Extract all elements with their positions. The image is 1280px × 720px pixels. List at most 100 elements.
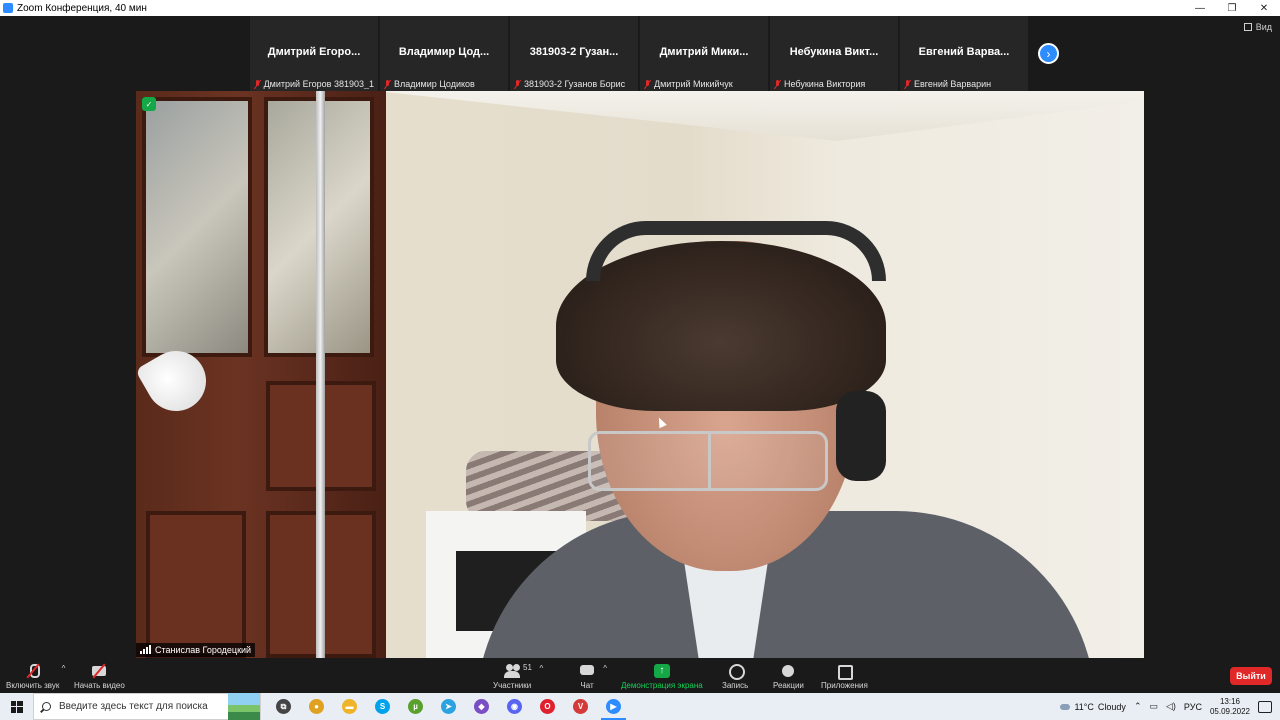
participants-label: Участники xyxy=(493,680,532,690)
system-tray: 11°C Cloudy ⌃ ▭ ◁) РУС 13:16 05.09.2022 xyxy=(1060,697,1280,717)
weather-temp: 11°C xyxy=(1074,701,1094,712)
signal-icon xyxy=(140,645,151,654)
zoom-logo-icon xyxy=(3,3,13,13)
zoom-app: Zoom Конференция, 40 мин — ❐ ✕ Вид Дмитр… xyxy=(0,0,1280,720)
taskbar-app-opera[interactable]: O xyxy=(531,693,564,720)
maximize-button[interactable]: ❐ xyxy=(1216,0,1248,16)
taskbar-app-file-explorer[interactable]: ▬ xyxy=(333,693,366,720)
apps-button[interactable]: Приложения xyxy=(821,660,868,693)
taskbar-search[interactable]: Введите здесь текст для поиска xyxy=(33,693,261,720)
chevron-up-icon[interactable]: ⌃ xyxy=(1134,701,1142,712)
participant-tile[interactable]: 381903-2 Гузан... 381903-2 Гузанов Борис xyxy=(510,16,638,91)
utorrent-icon: µ xyxy=(408,699,423,714)
participants-options-caret[interactable]: ^ xyxy=(539,664,543,673)
windows-taskbar: Введите здесь текст для поиска ⧉ ● ▬ Sµ ➤ ◆ ◉ O… xyxy=(0,693,1280,720)
participant-label: Евгений Варварин xyxy=(904,79,1024,89)
microphone-muted-icon xyxy=(25,663,41,678)
record-button[interactable]: Запись xyxy=(722,660,748,693)
apps-icon xyxy=(836,664,854,680)
meeting-controls: Включить звук ^ Начать видео 51 Участник… xyxy=(0,660,1280,693)
share-screen-button[interactable]: ↑ Демонстрация экрана xyxy=(621,660,703,693)
participant-label-text: 381903-2 Гузанов Борис xyxy=(524,79,626,89)
next-participants-button[interactable]: › xyxy=(1038,43,1059,64)
network-icon[interactable]: ▭ xyxy=(1149,701,1158,712)
share-screen-label: Демонстрация экрана xyxy=(621,680,703,690)
video-person-glasses xyxy=(588,431,828,491)
vivaldi-icon: V xyxy=(573,699,588,714)
participant-tile[interactable]: Дмитрий Мики... Дмитрий Микийчук xyxy=(640,16,768,91)
start-button[interactable] xyxy=(0,693,33,720)
apps-label: Приложения xyxy=(821,680,868,690)
mic-muted-icon xyxy=(904,79,911,89)
audio-options-caret[interactable]: ^ xyxy=(62,664,66,673)
taskbar-app-zoom[interactable]: ▶ xyxy=(597,693,630,720)
taskbar-app-skype[interactable]: S xyxy=(366,693,399,720)
shield-check-icon[interactable]: ✓ xyxy=(142,97,156,111)
telegram-icon: ➤ xyxy=(441,699,456,714)
taskbar-app-discord[interactable]: ◉ xyxy=(498,693,531,720)
taskbar-app-task-view[interactable]: ⧉ xyxy=(267,693,300,720)
camera-off-icon xyxy=(91,664,107,678)
skype-icon: S xyxy=(375,699,390,714)
speaker-icon[interactable]: ◁) xyxy=(1166,701,1176,712)
taskbar-app-visual-studio[interactable]: ◆ xyxy=(465,693,498,720)
unmute-button[interactable]: Включить звук ^ xyxy=(6,660,65,693)
clock-time: 13:16 xyxy=(1219,696,1240,706)
windows-logo-icon xyxy=(10,700,23,713)
participants-button[interactable]: 51 Участники ^ xyxy=(493,660,543,693)
task-view-icon: ⧉ xyxy=(276,699,291,714)
close-button[interactable]: ✕ xyxy=(1248,0,1280,16)
grid-icon xyxy=(1243,23,1252,31)
weather-widget[interactable]: 11°C Cloudy xyxy=(1060,701,1126,712)
participant-label-text: Евгений Варварин xyxy=(914,79,992,89)
window-controls: — ❐ ✕ xyxy=(1184,0,1280,16)
taskbar-app-telegram[interactable]: ➤ xyxy=(432,693,465,720)
mic-muted-icon xyxy=(774,79,781,89)
opera-icon: O xyxy=(540,699,555,714)
participant-label-text: Небукина Виктория xyxy=(784,79,866,89)
taskbar-app-vivaldi[interactable]: V xyxy=(564,693,597,720)
leave-button[interactable]: Выйти xyxy=(1230,667,1272,685)
video-lamp-pole xyxy=(316,91,325,658)
view-label: Вид xyxy=(1255,22,1272,32)
participant-label: Владимир Цодиков xyxy=(384,79,504,89)
mic-muted-icon xyxy=(254,79,261,89)
clock[interactable]: 13:16 05.09.2022 xyxy=(1210,697,1250,717)
participant-label: Небукина Виктория xyxy=(774,79,894,89)
chat-options-caret[interactable]: ^ xyxy=(603,664,607,673)
reactions-label: Реакции xyxy=(773,680,804,690)
language-indicator[interactable]: РУС xyxy=(1184,702,1202,712)
mic-muted-icon xyxy=(644,79,651,89)
participant-label-text: Дмитрий Егоров 381903_1 xyxy=(263,79,374,89)
record-label: Запись xyxy=(722,680,749,690)
taskbar-app-chrome[interactable]: ● xyxy=(300,693,333,720)
participant-name: Дмитрий Егоро... xyxy=(267,46,361,58)
start-video-button[interactable]: Начать видео xyxy=(74,660,125,693)
chat-button[interactable]: Чат ^ xyxy=(579,660,607,693)
chat-icon xyxy=(579,664,595,678)
participant-tile[interactable]: Дмитрий Егоро... Дмитрий Егоров 381903_1 xyxy=(250,16,378,91)
participant-label: Дмитрий Егоров 381903_1 xyxy=(254,79,374,89)
participant-tile[interactable]: Владимир Цод... Владимир Цодиков xyxy=(380,16,508,91)
share-screen-icon: ↑ xyxy=(653,663,670,678)
video-cabinet-glass xyxy=(142,97,252,357)
visual-studio-icon: ◆ xyxy=(474,699,489,714)
view-button[interactable]: Вид xyxy=(1243,22,1272,32)
weather-condition: Cloudy xyxy=(1097,701,1126,712)
reactions-button[interactable]: Реакции xyxy=(773,660,804,693)
participant-tile[interactable]: Небукина Викт... Небукина Виктория xyxy=(770,16,898,91)
meeting-stage: Вид Дмитрий Егоро... Дмитрий Егоров 3819… xyxy=(0,16,1280,660)
minimize-button[interactable]: — xyxy=(1184,0,1216,16)
reactions-icon xyxy=(780,664,796,678)
participant-label: Дмитрий Микийчук xyxy=(644,79,764,89)
taskbar-app-utorrent[interactable]: µ xyxy=(399,693,432,720)
record-icon xyxy=(727,663,746,680)
search-placeholder: Введите здесь текст для поиска xyxy=(59,701,208,712)
speaker-name-label: Станислав Городецкий xyxy=(136,643,256,657)
participants-icon xyxy=(504,663,521,678)
participant-tile[interactable]: Евгений Варва... Евгений Варварин xyxy=(900,16,1028,91)
mic-muted-icon xyxy=(514,79,521,89)
notification-icon[interactable] xyxy=(1258,700,1272,713)
start-video-label: Начать видео xyxy=(74,680,125,690)
title-bar: Zoom Конференция, 40 мин — ❐ ✕ xyxy=(0,0,1280,16)
